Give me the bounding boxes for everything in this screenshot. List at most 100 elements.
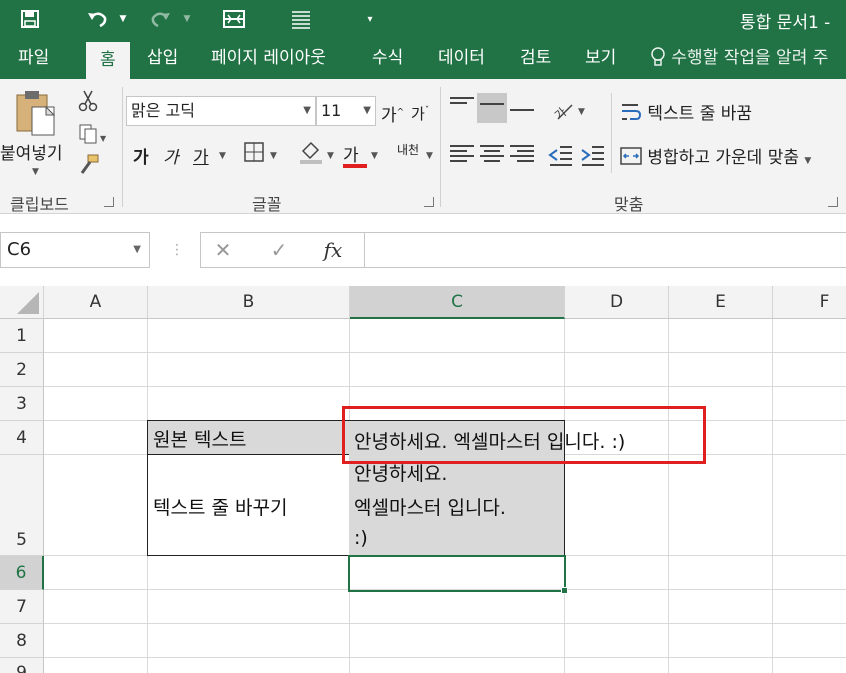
row-header-6[interactable]: 6 xyxy=(0,556,44,590)
align-middle-button[interactable] xyxy=(477,93,507,123)
lightbulb-icon xyxy=(650,47,671,68)
fill-handle[interactable] xyxy=(561,587,568,594)
font-group-label: 글꼴 xyxy=(252,195,282,214)
gridline xyxy=(44,386,846,387)
font-name-select[interactable]: 맑은 고딕 ▼ xyxy=(126,96,316,126)
insert-function-icon[interactable]: fx xyxy=(318,232,348,268)
tell-me-search[interactable]: 수행할 작업을 알려 주 xyxy=(650,38,828,79)
gridline xyxy=(772,319,773,673)
wrap-text-button[interactable]: 텍스트 줄 바꿈 xyxy=(620,99,752,124)
gridline xyxy=(44,352,846,353)
row-header-3[interactable]: 3 xyxy=(0,387,44,421)
row-header-2[interactable]: 2 xyxy=(0,353,44,387)
bold-button[interactable]: 가 xyxy=(133,143,149,168)
tab-file[interactable]: 파일 xyxy=(18,38,49,79)
tab-data[interactable]: 데이터 xyxy=(438,38,485,79)
font-color-dropdown-icon[interactable]: ▼ xyxy=(371,151,378,161)
align-left-icon[interactable] xyxy=(450,145,474,167)
resize-grip-icon[interactable]: ⋮ xyxy=(170,232,184,268)
decrease-indent-icon[interactable] xyxy=(548,143,574,167)
title-bar: ▼ ▼ ▾ 통합 문서1 - xyxy=(0,0,846,38)
alignment-group-label: 맞춤 xyxy=(614,195,644,214)
row-header-7[interactable]: 7 xyxy=(0,590,44,624)
format-painter-icon[interactable] xyxy=(78,153,100,175)
svg-text:▼: ▼ xyxy=(100,134,107,143)
enter-icon[interactable]: ✓ xyxy=(264,232,294,268)
shrink-caret-icon: ˇ xyxy=(424,106,430,116)
fill-color-dropdown-icon[interactable]: ▼ xyxy=(327,151,334,161)
align-middle-icon xyxy=(480,103,504,125)
merge-dropdown-icon[interactable]: ▼ xyxy=(804,156,811,166)
redo-dropdown-icon[interactable]: ▼ xyxy=(180,4,194,34)
font-launcher-icon[interactable] xyxy=(424,197,434,207)
paste-icon[interactable] xyxy=(14,87,60,137)
cell-b4-text: 원본 텍스트 xyxy=(153,429,247,451)
tell-me-label: 수행할 작업을 알려 주 xyxy=(671,48,829,68)
orientation-dropdown-icon[interactable]: ▼ xyxy=(578,107,585,117)
borders-icon[interactable] xyxy=(243,141,265,163)
column-header-f[interactable]: F xyxy=(773,286,846,319)
form-icon[interactable] xyxy=(218,4,250,34)
gridline xyxy=(44,623,846,624)
borders-dropdown-icon[interactable]: ▼ xyxy=(270,151,277,161)
align-right-icon[interactable] xyxy=(510,145,534,167)
chevron-down-icon: ▼ xyxy=(133,244,141,255)
tab-page-layout[interactable]: 페이지 레이아웃 xyxy=(211,38,326,79)
tab-formulas[interactable]: 수식 xyxy=(372,38,403,79)
undo-icon[interactable] xyxy=(80,4,114,34)
save-icon[interactable] xyxy=(14,4,46,34)
ribbon-tabs: 파일 홈 삽입 페이지 레이아웃 수식 데이터 검토 보기 수행할 작업을 알려… xyxy=(0,38,846,79)
selected-cell-c6[interactable] xyxy=(348,555,566,592)
align-bottom-icon[interactable] xyxy=(510,109,534,131)
redo-icon[interactable] xyxy=(144,4,178,34)
column-header-b[interactable]: B xyxy=(148,286,350,319)
increase-indent-icon[interactable] xyxy=(580,143,606,167)
copy-icon[interactable]: ▼ xyxy=(78,123,108,145)
tab-review[interactable]: 검토 xyxy=(520,38,551,79)
row-header-8[interactable]: 8 xyxy=(0,624,44,658)
undo-dropdown-icon[interactable]: ▼ xyxy=(116,4,130,34)
tab-home[interactable]: 홈 xyxy=(86,42,130,79)
tab-insert[interactable]: 삽입 xyxy=(147,38,178,79)
column-header-d[interactable]: D xyxy=(565,286,669,319)
tab-view[interactable]: 보기 xyxy=(585,38,616,79)
merge-center-button[interactable]: 병합하고 가운데 맞춤 ▼ xyxy=(620,143,811,168)
clipboard-launcher-icon[interactable] xyxy=(104,197,114,207)
row-header-5[interactable]: 5 xyxy=(0,455,44,556)
cut-icon[interactable] xyxy=(78,89,98,113)
divider xyxy=(440,87,441,207)
phonetic-button[interactable]: 내천 xyxy=(397,141,419,158)
row-header-1[interactable]: 1 xyxy=(0,319,44,353)
clipboard-group-label: 클립보드 xyxy=(10,195,69,214)
row-header-9[interactable]: 9 xyxy=(0,658,44,673)
phonetic-dropdown-icon[interactable]: ▼ xyxy=(426,151,433,161)
select-all-corner[interactable] xyxy=(0,286,44,319)
grow-font-button[interactable]: 가^ xyxy=(381,101,404,126)
name-box[interactable]: C6 ▼ xyxy=(0,232,150,268)
cancel-icon[interactable]: ✕ xyxy=(208,232,238,268)
divider xyxy=(611,93,612,173)
underline-dropdown-icon[interactable]: ▼ xyxy=(219,151,226,161)
column-header-a[interactable]: A xyxy=(44,286,148,319)
row-header-4[interactable]: 4 xyxy=(0,421,44,455)
customize-toolbar-icon[interactable]: ▾ xyxy=(362,4,378,34)
worksheet-grid: A B C D E F 1 2 3 4 5 6 7 8 9 원본 텍스트 안녕하… xyxy=(0,286,846,673)
font-color-button[interactable]: 가 xyxy=(343,141,367,168)
cell-c5-line-3: :) xyxy=(354,527,368,549)
paste-dropdown-icon[interactable]: ▼ xyxy=(32,167,39,177)
align-top-icon[interactable] xyxy=(450,97,474,119)
italic-button[interactable]: 가 xyxy=(163,143,179,168)
align-center-icon[interactable] xyxy=(480,145,504,167)
orientation-icon[interactable]: 가 xyxy=(552,97,578,123)
column-header-e[interactable]: E xyxy=(669,286,773,319)
fill-color-icon[interactable] xyxy=(298,139,324,165)
shrink-font-button[interactable]: 가ˇ xyxy=(411,103,429,124)
ribbon-home: 붙여넣기 ▼ ▼ 클립보드 맑은 고딕 ▼ 11 ▼ 가^ 가ˇ 가 가 가 ▼ ▼… xyxy=(0,79,846,214)
column-header-c[interactable]: C xyxy=(350,286,565,319)
list-icon[interactable] xyxy=(288,4,314,34)
paste-label[interactable]: 붙여넣기 xyxy=(0,139,63,164)
underline-button[interactable]: 가 xyxy=(193,143,209,168)
font-size-select[interactable]: 11 ▼ xyxy=(316,96,376,126)
alignment-launcher-icon[interactable] xyxy=(828,197,838,207)
formula-input[interactable] xyxy=(364,232,846,268)
